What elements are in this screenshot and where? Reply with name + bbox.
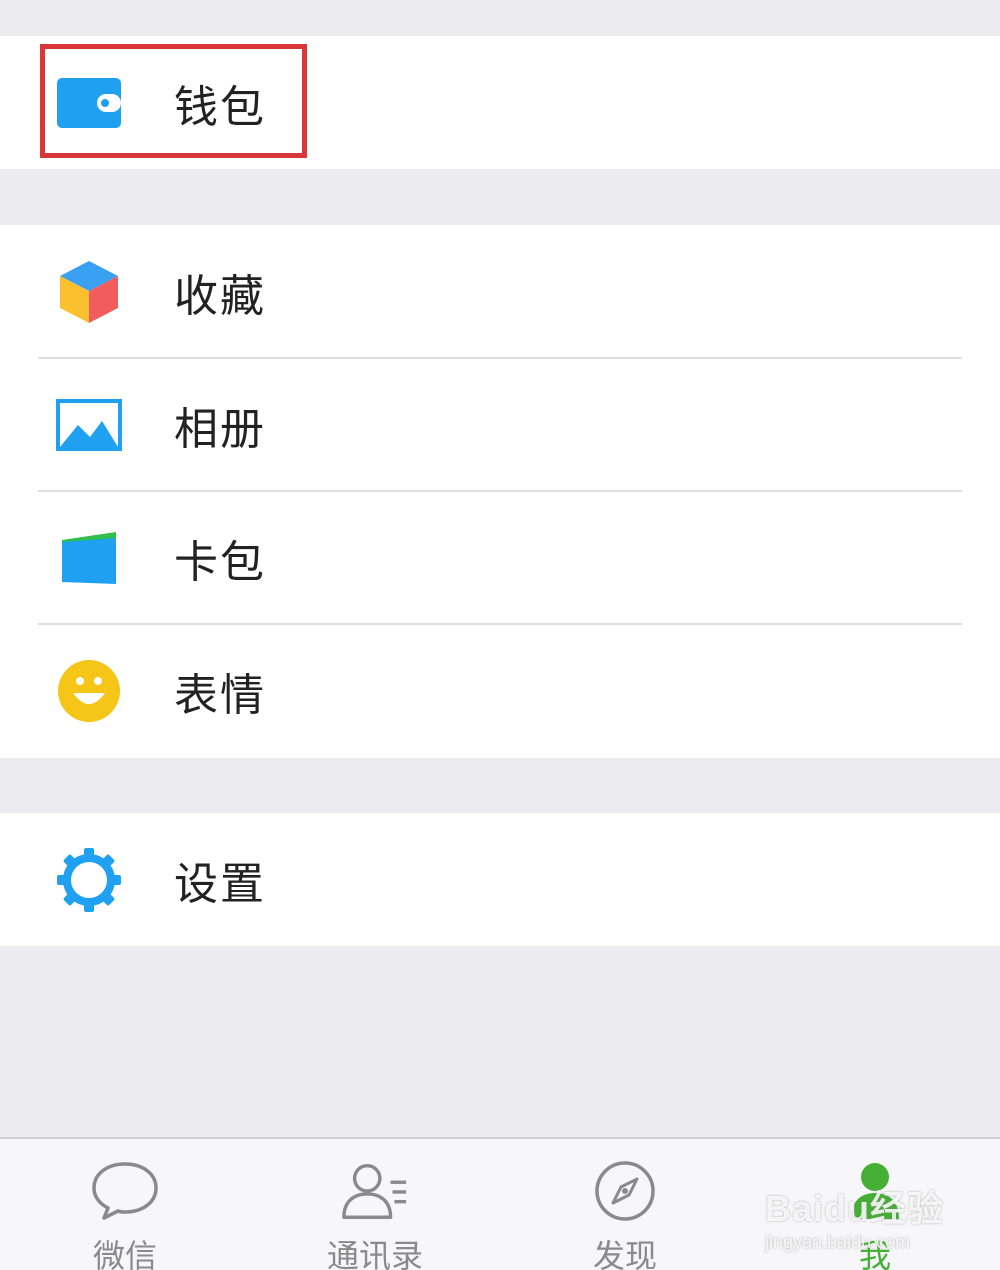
favorites-label: 收藏 bbox=[174, 270, 266, 322]
tab-discover[interactable]: 发现 bbox=[500, 1139, 750, 1270]
chat-bubble-icon bbox=[90, 1159, 160, 1223]
wallet-label: 钱包 bbox=[174, 81, 266, 133]
gear-icon bbox=[55, 846, 123, 914]
tab-contacts[interactable]: 通讯录 bbox=[250, 1139, 500, 1270]
stickers-label: 表情 bbox=[174, 669, 266, 721]
cube-icon bbox=[55, 258, 123, 326]
tab-contacts-label: 通讯录 bbox=[326, 1237, 423, 1270]
tab-me[interactable]: 我 bbox=[750, 1139, 1000, 1270]
settings-label: 设置 bbox=[174, 858, 266, 910]
compass-icon bbox=[590, 1159, 660, 1223]
favorites-row[interactable]: 收藏 bbox=[0, 225, 1000, 358]
tab-bar: 微信 通讯录 发现 我 bbox=[0, 1137, 1000, 1270]
collection-section: 收藏 相册 卡包 表情 bbox=[0, 225, 1000, 758]
settings-row[interactable]: 设置 bbox=[0, 813, 1000, 946]
tab-me-label: 我 bbox=[858, 1237, 891, 1270]
tab-chats[interactable]: 微信 bbox=[0, 1139, 250, 1270]
wallet-icon bbox=[55, 69, 123, 137]
picture-icon bbox=[55, 391, 123, 459]
album-row[interactable]: 相册 bbox=[0, 358, 1000, 491]
cards-label: 卡包 bbox=[174, 536, 266, 588]
settings-section: 设置 bbox=[0, 813, 1000, 946]
wallet-section: 钱包 bbox=[0, 36, 1000, 169]
tab-discover-label: 发现 bbox=[592, 1237, 657, 1270]
smiley-icon bbox=[55, 657, 123, 725]
card-wallet-icon bbox=[55, 524, 123, 592]
wallet-row[interactable]: 钱包 bbox=[0, 36, 1000, 169]
album-label: 相册 bbox=[174, 403, 266, 455]
cards-row[interactable]: 卡包 bbox=[0, 491, 1000, 624]
stickers-row[interactable]: 表情 bbox=[0, 624, 1000, 757]
contacts-icon bbox=[340, 1159, 410, 1223]
tab-chats-label: 微信 bbox=[92, 1237, 157, 1270]
person-icon bbox=[840, 1159, 910, 1223]
